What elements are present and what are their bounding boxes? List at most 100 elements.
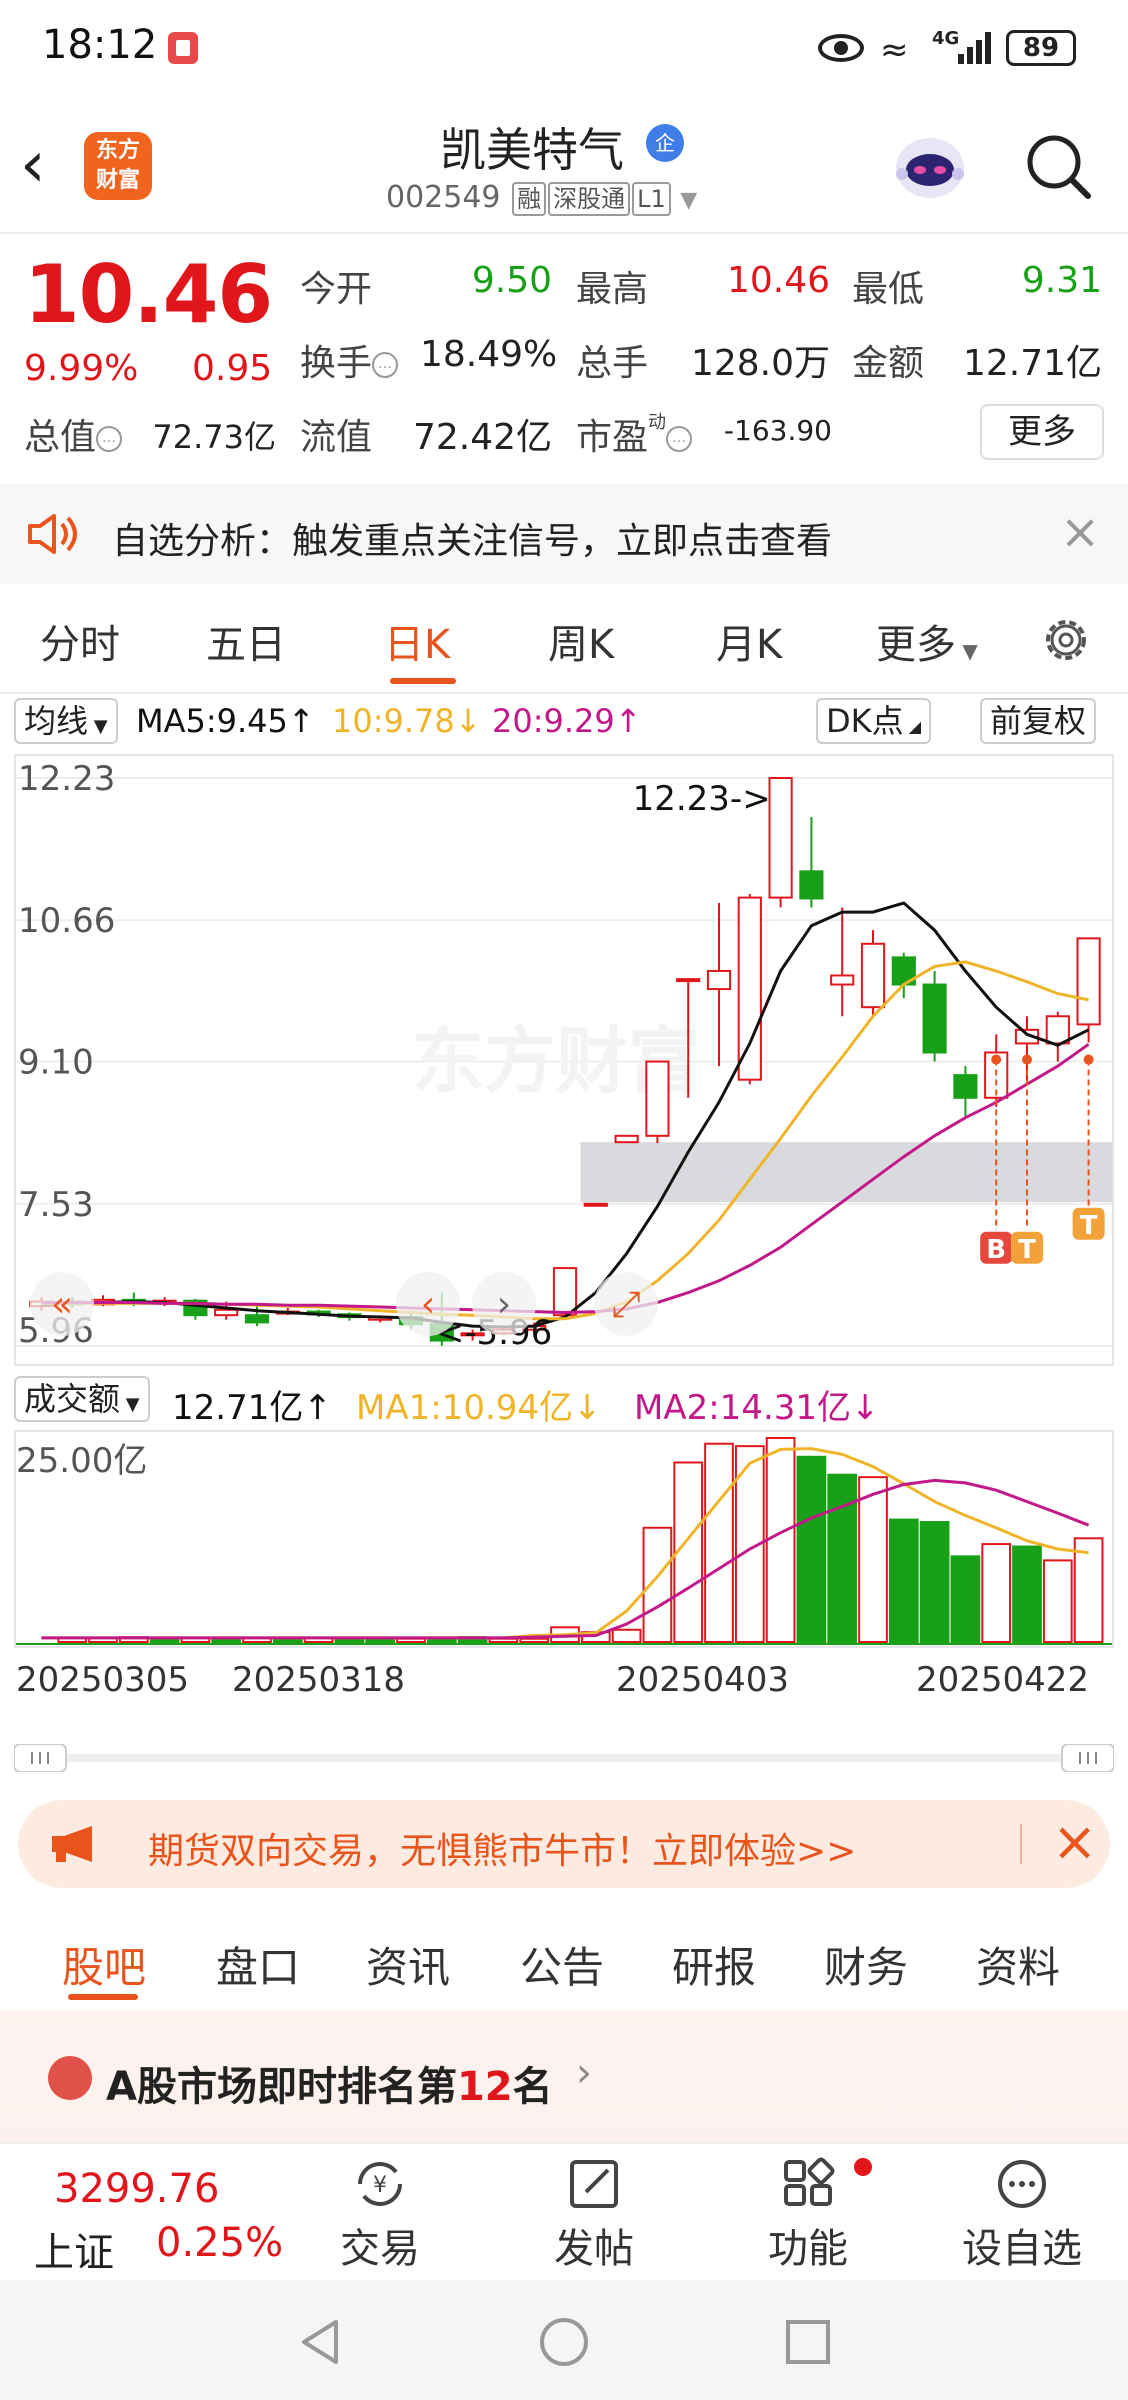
volume-bar [704,1442,734,1643]
chart-nav-button[interactable]: ⤢ [594,1272,658,1336]
tab-daily-k[interactable]: 日K [384,612,450,670]
volume-label: 总手 [576,343,649,384]
tab-forum[interactable]: 股吧 [62,1934,146,1995]
speaker-icon [28,514,77,554]
divider [1020,1824,1022,1864]
back-icon[interactable]: ‹ [20,130,80,200]
volume-legend-row: 成交额 ▼ 12.71亿↑ MA1:10.94亿↓ MA2:14.31亿↓ [0,1376,1128,1428]
signal-dot [1022,1054,1032,1065]
index-value[interactable]: 3299.76 [54,2166,219,2212]
chart-nav-button[interactable]: « [30,1272,94,1336]
signal-badge-text: T [1018,1235,1036,1265]
notification-dot [854,2158,872,2176]
mktcap-value: 72.73亿 [152,418,276,456]
nav-add-watchlist[interactable]: 设自选 [952,2156,1092,2274]
signal-dot [1083,1054,1094,1065]
chart-scrollbar[interactable] [14,1744,1114,1772]
tag-level: L1 [632,182,671,216]
robot-assistant-icon[interactable] [888,128,972,208]
tab-monthly-k[interactable]: 月K [716,612,782,670]
close-icon[interactable]: × [1052,1812,1097,1872]
rank-chart-icon [48,2056,92,2100]
stock-name: 凯美特气 [440,123,624,177]
index-name[interactable]: 上证 [34,2220,114,2278]
stock-code: 002549 [386,180,501,215]
gear-icon[interactable] [1038,612,1094,668]
info-icon[interactable]: … [666,426,693,452]
candle [860,942,886,1009]
date-label: 20250305 [16,1660,190,1700]
tag-margin: 融 [512,182,547,216]
volume-bar [642,1526,673,1643]
tab-announcements[interactable]: 公告 [520,1934,604,1995]
indicator-selector[interactable]: 均线 ▼ [14,698,118,744]
candle [676,978,701,983]
last-price: 10.46 [24,248,273,341]
volume-svg[interactable]: 25.00亿 [16,1432,1112,1646]
candle [552,1267,578,1317]
tab-financials[interactable]: 财务 [824,1934,908,1995]
dk-point-button[interactable]: DK点 ◢ [816,698,932,744]
chart-nav-button[interactable]: › [472,1272,536,1336]
chart-nav-button[interactable]: ‹ [396,1272,460,1336]
tab-more[interactable]: 更多 ▼ [876,612,978,670]
tab-news[interactable]: 资讯 [366,1934,450,1995]
tab-profile[interactable]: 资料 [976,1934,1060,1995]
svg-text:¥: ¥ [373,2173,387,2198]
more-quote-button[interactable]: 更多 [980,404,1104,460]
close-icon[interactable]: × [1060,504,1100,560]
dropdown-triangle-icon[interactable]: ▼ [680,188,697,213]
signal-alert-banner[interactable]: 自选分析：触发重点关注信号，立即点击查看 × [0,484,1128,584]
turnover-label: 换手… [300,334,399,386]
nav-button-glyph: ⤢ [612,1284,641,1325]
volume-bar [1042,1559,1073,1643]
chevron-right-icon: › [576,2050,592,2096]
index-change[interactable]: 0.25% [156,2220,283,2266]
volume-bar [827,1473,858,1643]
vol-ma2: MA2:14.31亿↓ [634,1388,880,1428]
signal-icon [958,30,996,64]
info-icon[interactable]: … [96,426,123,452]
tab-orderbook[interactable]: 盘口 [216,1934,300,1995]
stock-code-line: 002549 融深股通 L1 ▼ [386,180,697,216]
megaphone-icon [52,1826,92,1862]
tab-five-day[interactable]: 五日 [206,612,286,670]
candle [614,1134,639,1144]
low-label: 最低 [852,269,925,310]
back-triangle-icon[interactable] [290,2312,350,2372]
open-value: 9.50 [471,260,552,301]
candle [799,870,824,900]
search-icon[interactable] [1022,130,1094,202]
nav-post[interactable]: 发帖 [524,2156,664,2274]
notification-app-icon [168,32,198,64]
candle [830,974,855,986]
tab-research[interactable]: 研报 [672,1934,756,1995]
futures-ad-banner[interactable]: 期货双向交易，无惧熊市牛市！立即体验>> × [18,1800,1110,1888]
turnover-value: 18.49% [420,334,558,375]
volume-chart[interactable]: 25.00亿 [14,1430,1114,1648]
volume-selector[interactable]: 成交额 ▼ [14,1376,150,1422]
home-circle-icon[interactable] [534,2312,594,2372]
tab-weekly-k[interactable]: 周K [548,612,614,670]
float-value: 72.42亿 [412,417,552,458]
recents-square-icon[interactable] [778,2312,838,2372]
nav-trade[interactable]: ¥ 交易 [310,2156,450,2274]
chart-period-tabs: 分时 五日 日K 周K 月K 更多 ▼ [0,598,1128,692]
adjust-button[interactable]: 前复权 [980,698,1097,744]
candlestick-svg[interactable]: 东方财富12.2310.669.107.535.9612.23-><-5.96B… [16,756,1112,1364]
volume-bar [950,1555,981,1643]
market-rank-banner[interactable]: A股市场即时排名第12名 › [0,2010,1128,2142]
app-logo: 东方 财富 [84,132,152,200]
candle [706,969,732,991]
tab-intraday[interactable]: 分时 [40,612,120,670]
network-type: 4G [932,28,960,49]
amount-value: 12.71亿 [962,343,1102,384]
shaded-zone [580,1142,1112,1202]
more-circle-icon [998,2160,1046,2208]
date-label: 20250403 [616,1660,790,1700]
candlestick-chart[interactable]: 东方财富12.2310.669.107.535.9612.23-><-5.96B… [14,754,1114,1366]
info-icon[interactable]: … [372,352,399,378]
max-price-label: 12.23-> [633,779,771,819]
float-label: 流值 [300,417,373,458]
volume-bar [981,1543,1012,1643]
